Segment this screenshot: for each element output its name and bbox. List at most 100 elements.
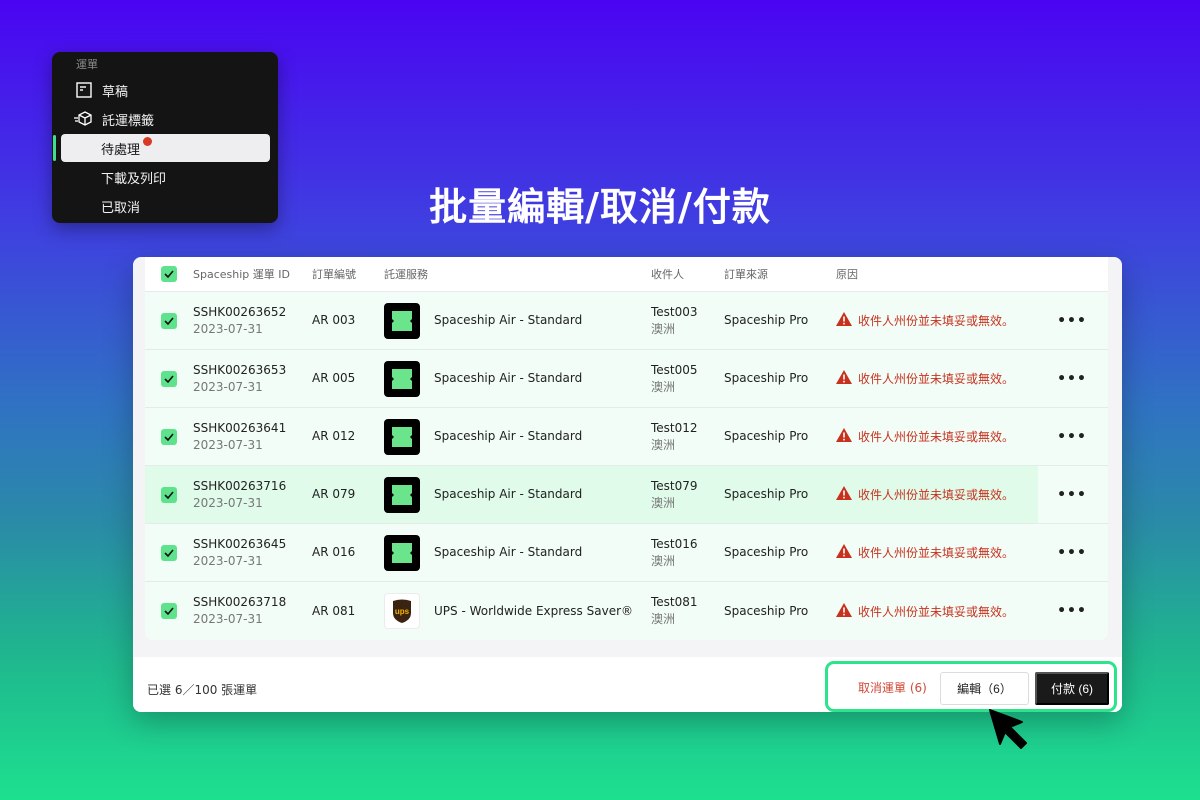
shipping-service: Spaceship Air - Standard — [434, 429, 583, 443]
error-reason: 收件人州份並未填妥或無效。 — [858, 488, 1015, 502]
shipments-table: Spaceship 運單 ID 訂單編號 託運服務 收件人 訂單來源 原因 SS… — [145, 257, 1108, 640]
spaceship-logo-icon — [384, 418, 420, 455]
menu-item-label: 待處理 — [101, 142, 141, 158]
column-header-id[interactable]: Spaceship 運單 ID — [193, 266, 312, 282]
more-options-icon[interactable]: ••• — [1057, 430, 1087, 444]
table-header: Spaceship 運單 ID 訂單編號 託運服務 收件人 訂單來源 原因 — [145, 257, 1108, 292]
row-checkbox[interactable] — [161, 603, 177, 619]
order-number: AR 016 — [312, 545, 356, 559]
recipient-region: 澳洲 — [651, 495, 676, 510]
edit-button[interactable]: 編輯（6） — [940, 672, 1029, 705]
more-options-icon[interactable]: ••• — [1057, 604, 1087, 618]
recipient-name: Test003 — [651, 304, 698, 319]
selection-count: 已選 6／100 張運單 — [147, 683, 258, 697]
warning-icon — [836, 485, 852, 504]
row-checkbox[interactable] — [161, 428, 177, 445]
bulk-actions-highlight: 取消運單 (6) 編輯（6） 付款 (6) — [825, 661, 1117, 712]
more-options-icon[interactable]: ••• — [1057, 488, 1087, 502]
draft-icon — [74, 80, 94, 100]
cancel-shipments-button[interactable]: 取消運單 (6) — [858, 679, 927, 696]
shipping-service: Spaceship Air - Standard — [434, 545, 583, 559]
warning-icon — [836, 543, 852, 562]
row-checkbox[interactable] — [161, 312, 177, 329]
shipment-date: 2023-07-31 — [193, 437, 263, 452]
spaceship-logo-icon — [384, 534, 420, 571]
error-reason: 收件人州份並未填妥或無效。 — [858, 546, 1015, 560]
order-number: AR 012 — [312, 429, 356, 443]
recipient-region: 澳洲 — [651, 553, 676, 568]
column-header-order[interactable]: 訂單編號 — [312, 266, 384, 282]
shipping-service: Spaceship Air - Standard — [434, 371, 583, 385]
active-indicator — [53, 135, 56, 161]
shipments-card: Spaceship 運單 ID 訂單編號 託運服務 收件人 訂單來源 原因 SS… — [133, 257, 1122, 712]
row-checkbox[interactable] — [161, 370, 177, 387]
menu-item-label: 託運標籤 — [102, 113, 155, 129]
recipient-region: 澳洲 — [651, 379, 676, 394]
shipping-service: Spaceship Air - Standard — [434, 313, 583, 327]
shipping-service: UPS - Worldwide Express Saver® — [434, 603, 634, 618]
recipient-name: Test016 — [651, 536, 698, 551]
spaceship-logo-icon — [384, 360, 420, 397]
column-header-reason[interactable]: 原因 — [836, 266, 1052, 282]
table-row[interactable]: SSHK00263718 2023-07-31 AR 081 ups UPS -… — [145, 582, 1108, 640]
table-row[interactable]: SSHK00263641 2023-07-31 AR 012 Spaceship… — [145, 408, 1108, 466]
recipient-name: Test005 — [651, 362, 698, 377]
svg-text:ups: ups — [395, 607, 410, 616]
menu-item-pending[interactable]: 待處理 — [61, 134, 270, 162]
warning-icon — [836, 427, 852, 446]
spaceship-logo-icon — [384, 476, 420, 513]
more-options-icon[interactable]: ••• — [1057, 546, 1087, 560]
menu-item-label: 草稿 — [102, 84, 129, 100]
row-checkbox[interactable] — [161, 486, 177, 503]
shipment-id[interactable]: SSHK00263641 — [193, 420, 312, 437]
error-reason: 收件人州份並未填妥或無效。 — [858, 604, 1015, 619]
shipment-id[interactable]: SSHK00263653 — [193, 362, 312, 379]
more-options-icon[interactable]: ••• — [1057, 372, 1087, 386]
table-row[interactable]: SSHK00263645 2023-07-31 AR 016 Spaceship… — [145, 524, 1108, 582]
ups-logo-icon: ups — [384, 593, 420, 629]
error-reason: 收件人州份並未填妥或無效。 — [858, 372, 1015, 386]
recipient-region: 澳洲 — [651, 321, 676, 336]
select-all-checkbox[interactable] — [161, 266, 177, 282]
shipment-id[interactable]: SSHK00263716 — [193, 478, 312, 495]
recipient-name: Test079 — [651, 478, 698, 493]
column-header-service[interactable]: 託運服務 — [384, 266, 651, 282]
menu-item-drafts[interactable]: 草稿 — [52, 76, 278, 104]
order-source: Spaceship Pro — [724, 371, 809, 385]
menu-item-shipping-labels[interactable]: 託運標籤 — [52, 105, 278, 133]
shipment-id[interactable]: SSHK00263718 — [193, 594, 312, 611]
table-row[interactable]: SSHK00263653 2023-07-31 AR 005 Spaceship… — [145, 350, 1108, 408]
order-number: AR 003 — [312, 313, 356, 327]
row-checkbox[interactable] — [161, 544, 177, 561]
shipment-id[interactable]: SSHK00263645 — [193, 536, 312, 553]
recipient-name: Test081 — [651, 595, 698, 609]
shipment-date: 2023-07-31 — [193, 553, 263, 568]
order-source: Spaceship Pro — [724, 429, 809, 443]
order-source: Spaceship Pro — [724, 487, 809, 501]
order-source: Spaceship Pro — [724, 603, 809, 618]
shipment-date: 2023-07-31 — [193, 612, 263, 626]
table-row[interactable]: SSHK00263652 2023-07-31 AR 003 Spaceship… — [145, 292, 1108, 350]
mouse-cursor-icon — [986, 706, 1032, 756]
headline: 批量編輯/取消/付款 — [429, 185, 771, 229]
shipment-date: 2023-07-31 — [193, 495, 263, 510]
table-row[interactable]: SSHK00263716 2023-07-31 AR 079 Spaceship… — [145, 466, 1108, 524]
shipment-date: 2023-07-31 — [193, 321, 263, 336]
menu-section-label: 運單 — [76, 58, 98, 71]
order-source: Spaceship Pro — [724, 313, 809, 327]
column-header-recipient[interactable]: 收件人 — [651, 266, 724, 282]
order-source: Spaceship Pro — [724, 545, 809, 559]
pay-button[interactable]: 付款 (6) — [1035, 672, 1109, 705]
more-options-icon[interactable]: ••• — [1057, 314, 1087, 328]
package-icon — [74, 109, 94, 129]
error-reason: 收件人州份並未填妥或無效。 — [858, 314, 1015, 328]
notification-dot — [143, 136, 153, 146]
order-number: AR 079 — [312, 487, 356, 501]
shipment-id[interactable]: SSHK00263652 — [193, 304, 312, 321]
warning-icon — [836, 602, 852, 621]
error-reason: 收件人州份並未填妥或無效。 — [858, 430, 1015, 444]
warning-icon — [836, 369, 852, 388]
recipient-name: Test012 — [651, 420, 698, 435]
column-header-source[interactable]: 訂單來源 — [724, 266, 836, 282]
shipping-service: Spaceship Air - Standard — [434, 487, 583, 501]
